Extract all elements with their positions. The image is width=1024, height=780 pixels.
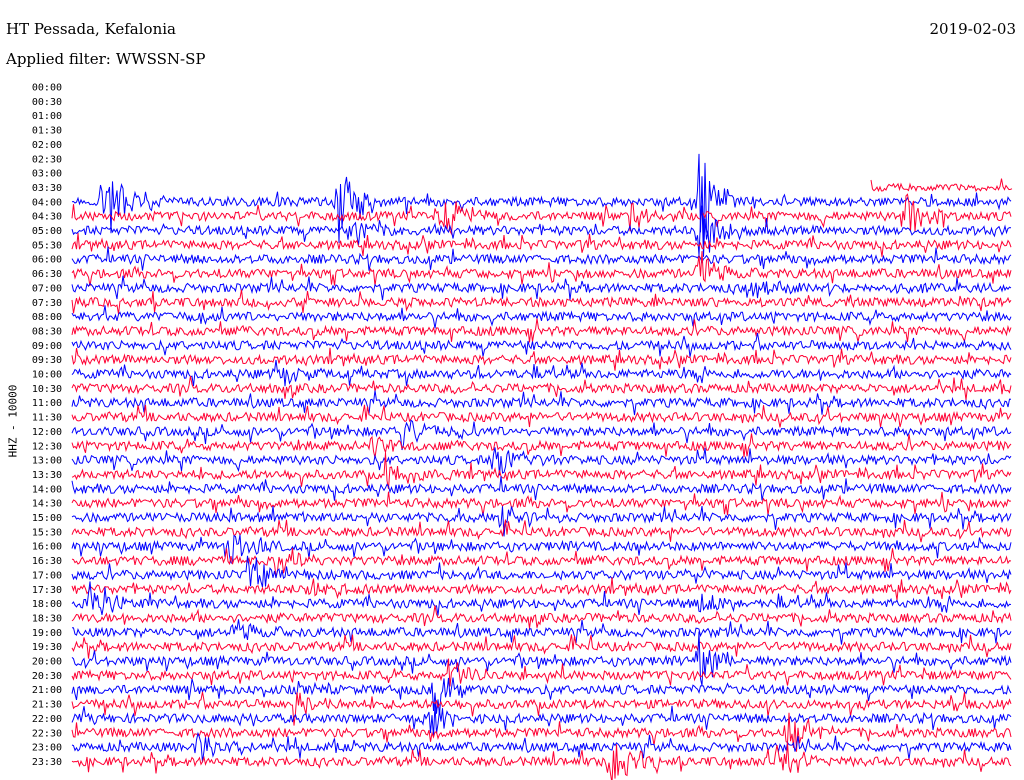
station-title: HT Pessada, Kefalonia xyxy=(6,20,176,38)
time-tick-label: 13:30 xyxy=(32,470,62,481)
trace-line xyxy=(71,742,1012,780)
time-tick-label: 09:00 xyxy=(32,341,62,352)
trace-line xyxy=(71,677,1012,716)
trace-line xyxy=(71,347,1012,371)
time-tick-label: 01:00 xyxy=(32,111,62,122)
trace-line xyxy=(71,548,1012,577)
time-tick-label: 01:30 xyxy=(32,126,62,137)
time-tick-label: 22:00 xyxy=(32,714,62,725)
time-tick-label: 15:30 xyxy=(32,527,62,538)
time-tick-label: 02:00 xyxy=(32,140,62,151)
time-tick-label: 19:00 xyxy=(32,628,62,639)
trace-line xyxy=(71,619,1012,645)
trace-line xyxy=(71,555,1012,588)
y-axis-label: HHZ - 10000 xyxy=(6,384,20,458)
trace-line xyxy=(71,433,1012,458)
time-tick-label: 21:30 xyxy=(32,700,62,711)
time-tick-label: 19:30 xyxy=(32,642,62,653)
time-tick-label: 00:00 xyxy=(32,83,62,94)
trace-line xyxy=(71,289,1012,314)
filter-value: WWSSN-SP xyxy=(115,50,206,68)
time-tick-label: 16:00 xyxy=(32,542,62,553)
trace-line xyxy=(71,634,1012,659)
trace-line xyxy=(71,505,1012,537)
time-tick-label: 12:00 xyxy=(32,427,62,438)
time-tick-label: 18:00 xyxy=(32,599,62,610)
filter-line: Applied filter: WWSSN-SP xyxy=(6,50,206,68)
time-tick-label: 23:00 xyxy=(32,743,62,754)
time-tick-label: 20:30 xyxy=(32,671,62,682)
time-tick-label: 06:00 xyxy=(32,255,62,266)
time-tick-label: 15:00 xyxy=(32,513,62,524)
time-tick-label: 08:30 xyxy=(32,326,62,337)
time-tick-label: 13:00 xyxy=(32,456,62,467)
date-label: 2019-02-03 xyxy=(929,20,1016,38)
trace-line xyxy=(71,731,1012,763)
time-tick-label: 17:30 xyxy=(32,585,62,596)
time-tick-label: 22:30 xyxy=(32,728,62,739)
time-tick-label: 11:00 xyxy=(32,398,62,409)
helicorder-plot: 00:00 00:30 01:00 01:30 02:00 02:30 03:00 03:30… xyxy=(32,83,1013,780)
time-tick-label: 14:00 xyxy=(32,484,62,495)
time-tick-label: 04:00 xyxy=(32,197,62,208)
trace-line xyxy=(71,305,1012,329)
trace-line xyxy=(71,333,1012,358)
trace-line xyxy=(71,491,1012,516)
time-axis: 00:00 00:30 01:00 01:30 02:00 02:30 03:00 03:30… xyxy=(32,83,62,768)
time-tick-label: 16:30 xyxy=(32,556,62,567)
time-tick-label: 18:30 xyxy=(32,613,62,624)
trace-line xyxy=(870,178,1013,193)
trace-line xyxy=(71,476,1012,501)
trace-line xyxy=(71,404,1012,428)
time-tick-label: 04:30 xyxy=(32,212,62,223)
trace-line xyxy=(71,232,1012,257)
trace-line xyxy=(71,519,1012,543)
trace-line xyxy=(71,359,1012,387)
time-tick-label: 23:30 xyxy=(32,757,62,768)
trace-line xyxy=(71,577,1012,601)
time-tick-label: 21:00 xyxy=(32,685,62,696)
filter-label: Applied filter: xyxy=(6,50,111,68)
time-tick-label: 12:30 xyxy=(32,441,62,452)
trace-line xyxy=(71,246,1012,271)
time-tick-label: 14:30 xyxy=(32,499,62,510)
time-tick-label: 03:00 xyxy=(32,169,62,180)
trace-line xyxy=(71,375,1012,400)
time-tick-label: 09:30 xyxy=(32,355,62,366)
trace-line xyxy=(71,251,1012,287)
trace-line xyxy=(71,447,1012,476)
seismic-traces xyxy=(71,153,1013,780)
time-tick-label: 07:30 xyxy=(32,298,62,309)
time-tick-label: 03:30 xyxy=(32,183,62,194)
time-tick-label: 02:30 xyxy=(32,154,62,165)
time-tick-label: 00:30 xyxy=(32,97,62,108)
time-tick-label: 06:30 xyxy=(32,269,62,280)
time-tick-label: 05:30 xyxy=(32,240,62,251)
time-tick-label: 07:00 xyxy=(32,283,62,294)
time-tick-label: 10:30 xyxy=(32,384,62,395)
trace-line xyxy=(71,605,1012,629)
time-tick-label: 11:30 xyxy=(32,413,62,424)
time-tick-label: 17:00 xyxy=(32,570,62,581)
time-tick-label: 08:00 xyxy=(32,312,62,323)
time-tick-label: 10:00 xyxy=(32,370,62,381)
time-tick-label: 20:00 xyxy=(32,657,62,668)
trace-line xyxy=(71,390,1012,416)
trace-line xyxy=(71,275,1012,301)
time-tick-label: 05:00 xyxy=(32,226,62,237)
